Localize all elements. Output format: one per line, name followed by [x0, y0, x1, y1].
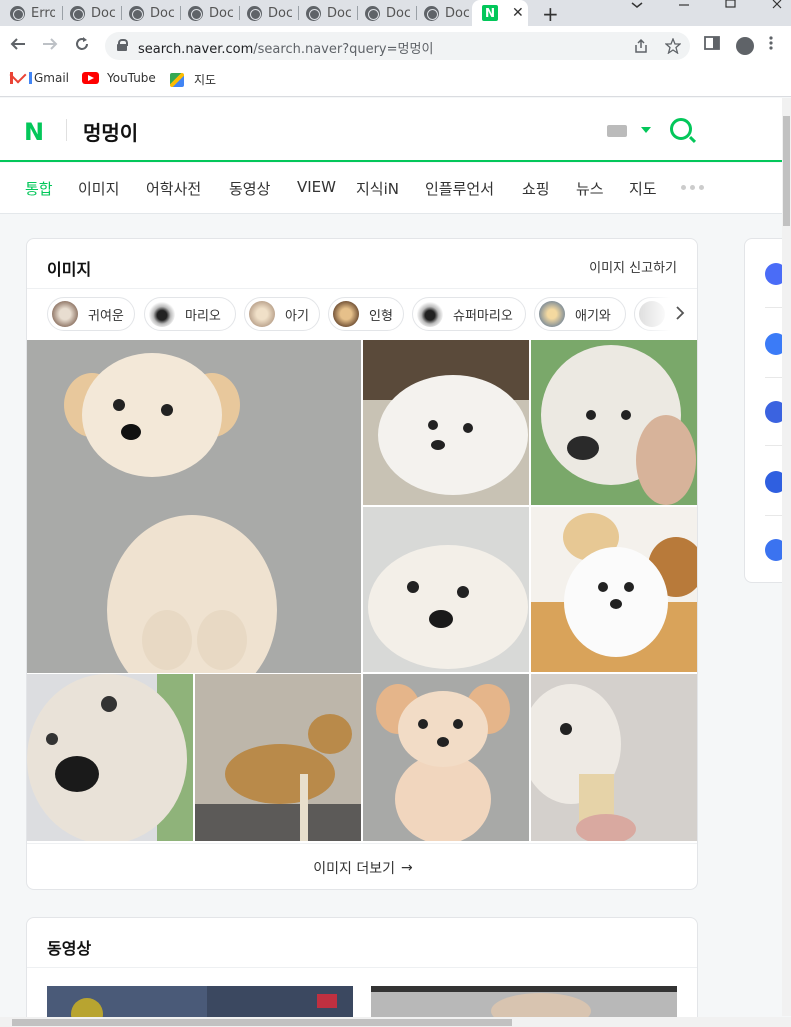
header-divider — [66, 119, 67, 141]
chip-thumbnail — [149, 301, 175, 327]
image-section: 이미지 이미지 신고하기 귀여운 마리오 아기 인형 슈퍼마리오 애기와 이미지… — [26, 238, 698, 890]
browser-tab[interactable]: Doc — [119, 0, 177, 26]
tab-view[interactable]: VIEW — [297, 178, 336, 196]
arrow-right-icon: → — [401, 859, 413, 876]
globe-icon — [247, 5, 262, 21]
tab-search-chevron-icon[interactable] — [630, 0, 644, 10]
profile-avatar-icon[interactable] — [736, 37, 754, 55]
more-images-button[interactable]: 이미지 더보기 → — [27, 843, 697, 889]
image-result[interactable] — [531, 507, 698, 672]
close-tab-icon[interactable]: ✕ — [512, 5, 524, 21]
back-icon[interactable] — [9, 35, 27, 53]
youtube-icon — [82, 72, 99, 84]
bookmark-star-icon[interactable] — [665, 38, 681, 54]
more-menu-icon[interactable] — [768, 35, 774, 51]
address-bar[interactable]: search.naver.com/search.naver?query=멍멍이 — [105, 32, 690, 60]
globe-icon — [129, 5, 144, 21]
share-icon[interactable] — [633, 38, 649, 54]
chevron-right-icon[interactable] — [675, 305, 685, 321]
maximize-icon[interactable] — [724, 0, 738, 10]
section-title: 동영상 — [47, 939, 92, 958]
globe-icon — [306, 5, 321, 21]
chip-fade — [637, 297, 697, 331]
maps-icon — [170, 72, 184, 87]
more-tabs-icon[interactable] — [681, 185, 704, 190]
globe-icon — [424, 5, 439, 21]
chip-thumbnail — [249, 301, 275, 327]
image-result[interactable] — [363, 340, 529, 505]
image-result[interactable] — [531, 674, 698, 841]
search-query[interactable]: 멍멍이 — [83, 117, 138, 146]
tab-kin[interactable]: 지식iN — [356, 178, 399, 199]
gmail-icon — [10, 72, 32, 84]
tab-dictionary[interactable]: 어학사전 — [146, 178, 201, 199]
browser-tab[interactable]: Doc — [355, 0, 413, 26]
tab-influencer[interactable]: 인플루언서 — [425, 178, 494, 199]
image-result[interactable] — [531, 340, 698, 505]
bookmarks-bar: Gmail YouTube 지도 — [0, 66, 791, 97]
keyboard-icon[interactable] — [607, 125, 627, 137]
new-tab-button[interactable]: + — [542, 2, 559, 26]
browser-tab[interactable]: Doc — [178, 0, 236, 26]
lock-icon — [117, 39, 128, 51]
browser-tab[interactable]: Doc — [414, 0, 472, 26]
naver-favicon-icon: N — [482, 5, 498, 21]
tab-images[interactable]: 이미지 — [78, 178, 119, 199]
tab-shopping[interactable]: 쇼핑 — [522, 178, 550, 199]
browser-toolbar: search.naver.com/search.naver?query=멍멍이 — [0, 26, 791, 66]
chip-thumbnail — [539, 301, 565, 327]
report-image-link[interactable]: 이미지 신고하기 — [589, 257, 677, 276]
bookmark-youtube[interactable]: YouTube — [82, 71, 156, 85]
search-icon[interactable] — [670, 118, 692, 140]
side-panel-icon[interactable] — [704, 35, 720, 51]
keyword-chip[interactable]: 마리오 — [144, 297, 236, 331]
image-result[interactable] — [27, 674, 193, 841]
video-section: 동영상 — [26, 917, 698, 1027]
chip-thumbnail — [52, 301, 78, 327]
vertical-scrollbar[interactable] — [782, 98, 791, 1016]
section-title: 이미지 — [47, 260, 92, 279]
naver-header: N 멍멍이 — [0, 98, 782, 162]
window-close-icon[interactable] — [771, 0, 785, 10]
divider — [27, 967, 697, 968]
browser-tab[interactable]: Doc — [237, 0, 295, 26]
tab-strip: Erro Doc Doc Doc Doc Doc Doc Doc N ✕ + — [0, 0, 791, 26]
related-keywords: 귀여운 마리오 아기 인형 슈퍼마리오 애기와 — [47, 297, 697, 331]
keyword-chip[interactable]: 슈퍼마리오 — [412, 297, 526, 331]
tab-all[interactable]: 통합 — [25, 178, 53, 199]
image-result[interactable] — [363, 674, 529, 841]
image-result[interactable] — [363, 507, 529, 672]
divider — [27, 288, 697, 289]
image-result[interactable] — [195, 674, 361, 841]
keyword-chip[interactable]: 애기와 — [534, 297, 626, 331]
globe-icon — [10, 5, 25, 21]
forward-icon[interactable] — [41, 35, 59, 53]
browser-tab[interactable]: Doc — [60, 0, 118, 26]
naver-logo[interactable]: N — [24, 118, 44, 146]
reload-icon[interactable] — [73, 35, 91, 53]
globe-icon — [188, 5, 203, 21]
browser-tab[interactable]: Erro — [0, 0, 58, 26]
chip-thumbnail — [333, 301, 359, 327]
browser-tab-active[interactable]: N ✕ — [472, 0, 528, 26]
chip-thumbnail — [417, 301, 443, 327]
bookmark-maps[interactable]: 지도 — [170, 71, 216, 88]
horizontal-scroll-thumb[interactable] — [12, 1019, 512, 1026]
globe-icon — [70, 5, 85, 21]
minimize-icon[interactable] — [677, 0, 691, 10]
search-tabs: 통합 이미지 어학사전 동영상 VIEW 지식iN 인플루언서 쇼핑 뉴스 지도 — [0, 163, 782, 214]
image-result[interactable] — [27, 340, 361, 673]
tab-map[interactable]: 지도 — [629, 178, 657, 199]
tab-news[interactable]: 뉴스 — [576, 178, 604, 199]
url-text[interactable]: search.naver.com/search.naver?query=멍멍이 — [138, 38, 433, 57]
globe-icon — [365, 5, 380, 21]
caret-down-icon[interactable] — [641, 127, 651, 133]
bookmark-gmail[interactable]: Gmail — [10, 71, 69, 85]
keyword-chip[interactable]: 인형 — [328, 297, 404, 331]
keyword-chip[interactable]: 아기 — [244, 297, 320, 331]
browser-tab[interactable]: Doc — [296, 0, 354, 26]
tab-video[interactable]: 동영상 — [229, 178, 270, 199]
keyword-chip[interactable]: 귀여운 — [47, 297, 135, 331]
vertical-scroll-thumb[interactable] — [783, 116, 790, 226]
